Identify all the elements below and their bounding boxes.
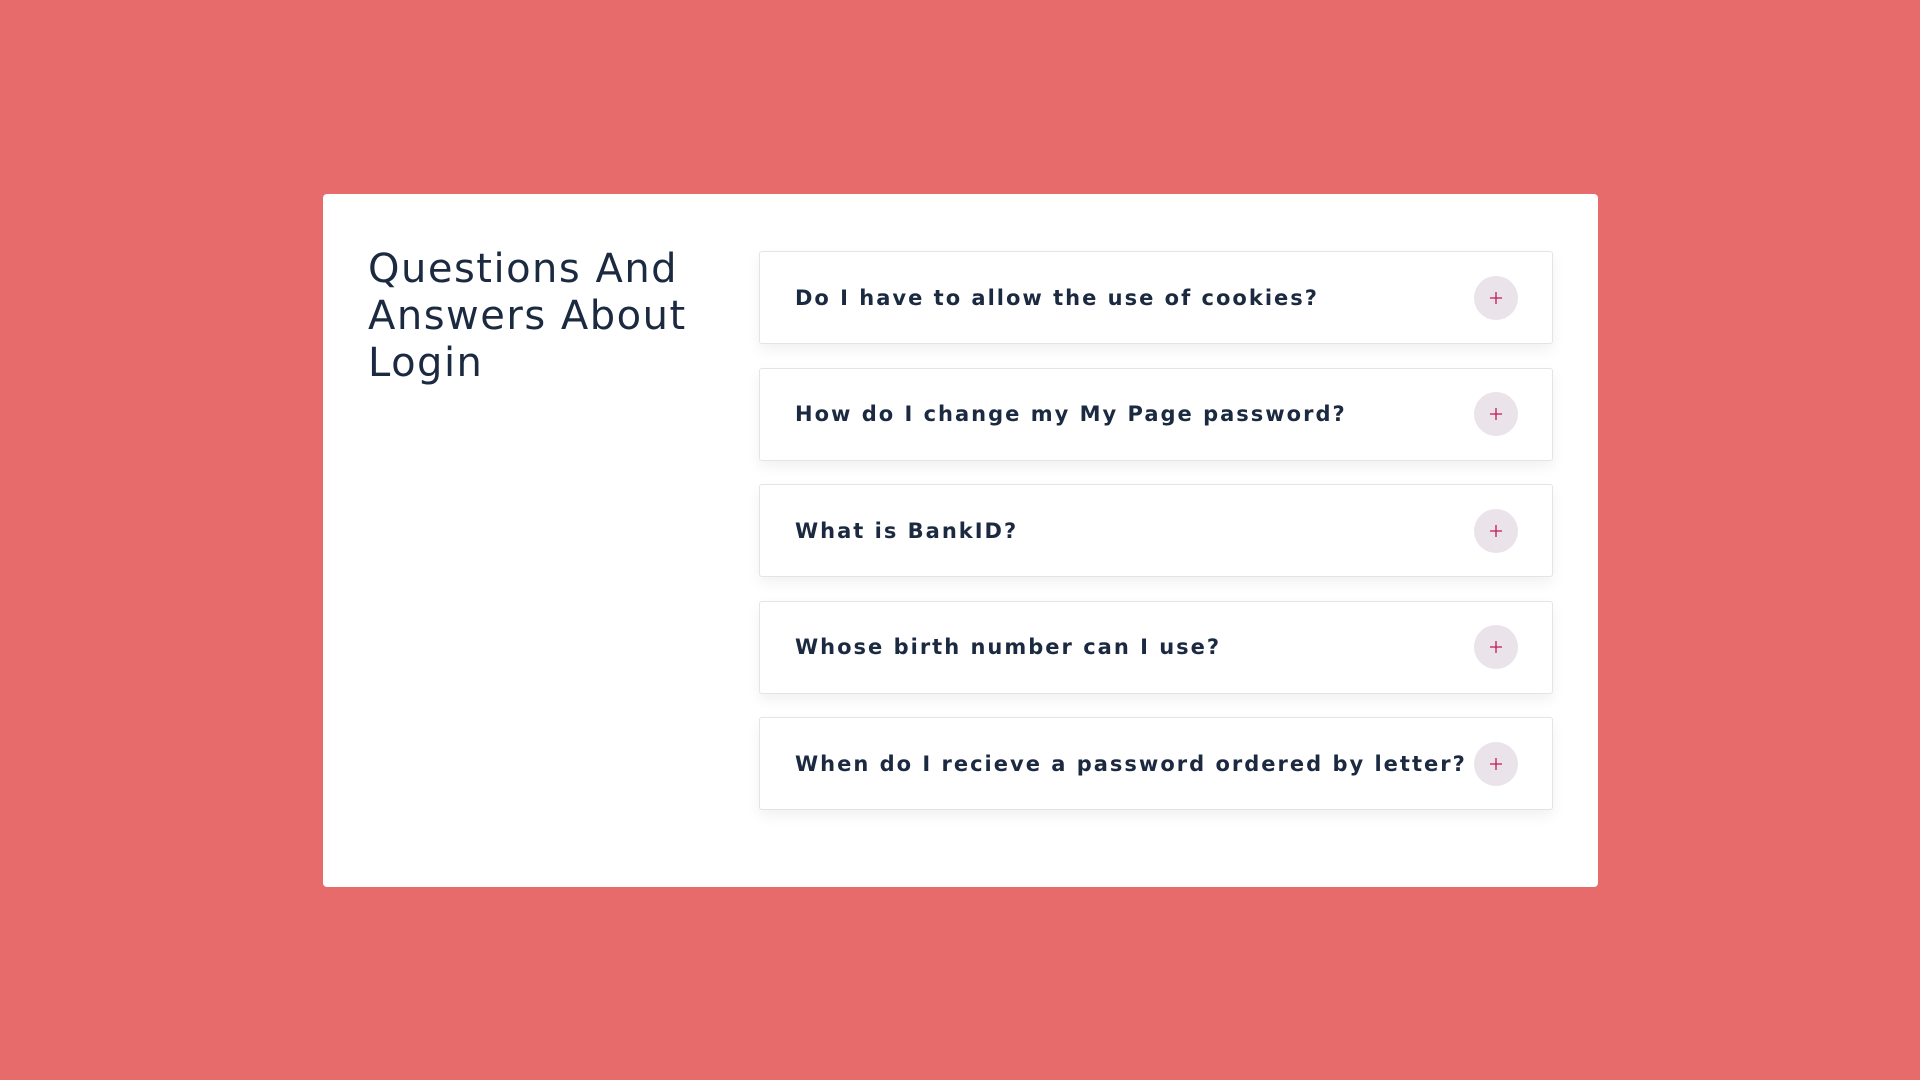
faq-card: Questions And Answers About Login Do I h…: [323, 194, 1598, 887]
plus-icon: [1490, 408, 1502, 420]
faq-question: How do I change my My Page password?: [795, 402, 1347, 426]
faq-item[interactable]: Do I have to allow the use of cookies?: [759, 251, 1553, 344]
faq-question: What is BankID?: [795, 518, 1019, 543]
faq-item[interactable]: What is BankID?: [759, 484, 1553, 577]
faq-list: Do I have to allow the use of cookies? H…: [759, 251, 1553, 834]
expand-toggle-button[interactable]: [1474, 625, 1518, 669]
expand-toggle-button[interactable]: [1474, 508, 1518, 553]
faq-item[interactable]: Whose birth number can I use?: [759, 600, 1553, 694]
page-title: Questions And Answers About Login: [368, 246, 687, 386]
plus-icon: [1490, 757, 1502, 770]
expand-toggle-button[interactable]: [1474, 392, 1518, 436]
faq-question: When do I recieve a password ordered by …: [795, 751, 1467, 776]
faq-question: Do I have to allow the use of cookies?: [795, 285, 1319, 310]
expand-toggle-button[interactable]: [1474, 741, 1518, 786]
plus-icon: [1490, 524, 1502, 537]
plus-icon: [1490, 641, 1502, 653]
expand-toggle-button[interactable]: [1474, 275, 1518, 320]
plus-icon: [1490, 291, 1502, 304]
faq-item[interactable]: When do I recieve a password ordered by …: [759, 717, 1553, 810]
faq-item[interactable]: How do I change my My Page password?: [759, 367, 1553, 461]
faq-question: Whose birth number can I use?: [795, 635, 1222, 659]
